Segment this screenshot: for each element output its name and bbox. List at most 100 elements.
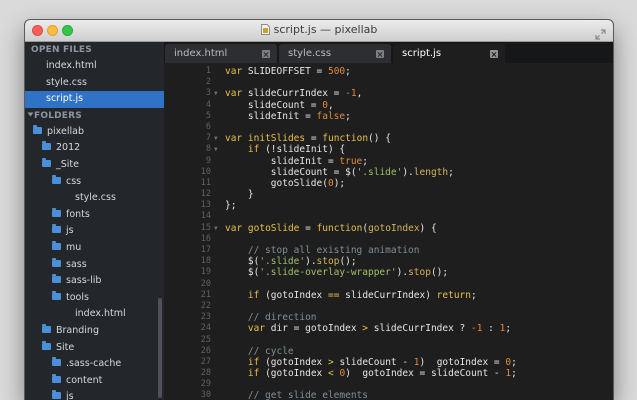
code-line: 29 xyxy=(164,379,613,390)
code-line: 20 xyxy=(164,279,613,290)
code-line: 3 ▼ var slideCurrIndex = -1, xyxy=(164,88,613,99)
code-line: 26 // cycle xyxy=(164,346,613,357)
code-line: 30 // get slide elements xyxy=(164,390,613,400)
close-tab-icon[interactable] xyxy=(376,50,384,58)
code-token: // cycle xyxy=(225,345,294,357)
tree-item-label: 2012 xyxy=(56,142,81,154)
folder-tree-item[interactable]: tools xyxy=(25,290,164,307)
close-tab-icon[interactable] xyxy=(490,50,498,58)
line-number: 30 xyxy=(200,390,211,400)
line-number: 4 xyxy=(205,99,211,110)
line-number: 10 xyxy=(200,166,211,177)
folder-icon xyxy=(52,390,61,400)
fold-arrow-icon[interactable]: ▼ xyxy=(214,144,218,155)
tab-script-js[interactable]: script.js xyxy=(393,44,505,63)
code-token: // get slide elements xyxy=(225,390,368,400)
open-file-item[interactable]: index.html xyxy=(25,58,164,75)
code-text: if (gotoIndex < 0) gotoIndex = slideCoun… xyxy=(225,368,517,379)
code-token: (gotoIndex xyxy=(259,289,328,301)
code-token: slideCount = $( xyxy=(225,166,357,178)
folder-tree-item[interactable]: content xyxy=(25,373,164,390)
tab-index-html[interactable]: index.html xyxy=(165,44,277,63)
folder-tree-item[interactable]: Site xyxy=(25,340,164,357)
code-area[interactable]: 1 var SLIDEOFFSET = 500; 2 3 ▼ var slideCurrI… xyxy=(164,66,613,400)
folder-icon xyxy=(52,274,61,284)
folder-tree-item[interactable]: Branding xyxy=(25,323,164,340)
code-text: } xyxy=(225,189,254,200)
tree-item-label: Branding xyxy=(56,324,99,336)
code-text: slideInit = true; xyxy=(225,156,368,167)
folder-tree-item[interactable]: sass xyxy=(25,257,164,274)
code-token: slideCurrIndex ? xyxy=(368,323,471,335)
folder-tree-item[interactable]: fonts xyxy=(25,207,164,224)
sidebar: OPEN FILES index.html style.css script.js … xyxy=(25,42,164,400)
line-number: 5 xyxy=(205,110,211,121)
open-file-item[interactable]: script.js xyxy=(25,91,164,108)
fold-arrow-icon[interactable]: ▼ xyxy=(214,223,218,234)
line-number: 25 xyxy=(200,334,211,345)
code-text: // stop all existing animation xyxy=(225,245,420,256)
code-text: // direction xyxy=(225,312,317,323)
code-text: var initSlides = function() { xyxy=(225,133,391,144)
folder-tree-item[interactable]: js xyxy=(25,223,164,240)
code-token: ). xyxy=(305,256,317,268)
open-file-label: style.css xyxy=(46,76,87,88)
fold-arrow-icon[interactable]: ▼ xyxy=(214,88,218,99)
code-text: var slideCurrIndex = -1, xyxy=(225,88,362,99)
sidebar-scrollbar[interactable] xyxy=(158,298,162,398)
fold-arrow-icon[interactable]: ▼ xyxy=(214,133,218,144)
code-token: ) gotoIndex = slideCount - xyxy=(345,368,506,380)
folders-chevron-icon[interactable] xyxy=(27,108,34,124)
code-token: gotoSlide( xyxy=(225,177,328,189)
line-number: 22 xyxy=(200,300,211,311)
folder-tree-item[interactable]: js xyxy=(25,389,164,400)
folder-tree-item[interactable]: .sass-cache xyxy=(25,356,164,373)
code-line: 12 } xyxy=(164,189,613,200)
code-text: if (!slideInit) { xyxy=(225,144,345,155)
folder-icon xyxy=(52,207,61,217)
tab-style-css[interactable]: style.css xyxy=(279,44,391,63)
code-token: = xyxy=(299,222,317,234)
code-text: slideCount = $('.slide').length; xyxy=(225,167,454,178)
folder-tree-item[interactable]: pixellab xyxy=(25,124,164,141)
code-token: -1 xyxy=(470,323,483,335)
code-token: slideInit = xyxy=(225,155,340,167)
code-token: ; xyxy=(471,289,477,301)
tree-item-label: Site xyxy=(56,341,75,353)
line-number: 17 xyxy=(200,245,211,255)
code-token: , xyxy=(356,88,363,100)
close-tab-icon[interactable] xyxy=(262,50,270,58)
code-token: '.slide' xyxy=(259,256,306,268)
code-line: 24 var dir = gotoIndex > slideCurrIndex … xyxy=(164,323,613,334)
code-token: false xyxy=(316,110,346,122)
tree-item-label: pixellab xyxy=(47,125,84,137)
line-number: 14 xyxy=(200,211,211,222)
folder-tree-item[interactable]: mu xyxy=(25,240,164,257)
line-number: 12 xyxy=(200,189,211,200)
code-token: }; xyxy=(225,200,237,212)
code-line: 16 xyxy=(164,234,613,245)
folder-tree-item[interactable]: _Site xyxy=(25,157,164,174)
code-token: (gotoIndex xyxy=(259,356,328,368)
code-token: ; xyxy=(511,356,517,368)
code-line: 1 var SLIDEOFFSET = 500; xyxy=(164,66,613,77)
code-text: $('.slide-overlay-wrapper').stop(); xyxy=(225,267,448,278)
code-line: 18 $('.slide').stop(); xyxy=(164,256,613,267)
code-line: 15 ▼ var gotoSlide = function(gotoIndex) { xyxy=(164,223,613,234)
line-number: 16 xyxy=(200,233,211,244)
code-line: 23 // direction xyxy=(164,312,613,323)
file-tree-item[interactable]: index.html xyxy=(25,306,164,323)
code-token: true xyxy=(339,155,363,167)
folder-tree-item[interactable]: 2012 xyxy=(25,140,164,157)
line-number: 29 xyxy=(200,379,211,390)
file-tree-item[interactable]: style.css xyxy=(25,190,164,207)
folder-icon xyxy=(42,157,51,167)
tree-item-label: style.css xyxy=(75,192,116,204)
open-file-item[interactable]: style.css xyxy=(25,75,164,92)
folder-tree-item[interactable]: css xyxy=(25,174,164,191)
code-token: 500 xyxy=(327,66,346,77)
folder-icon xyxy=(42,340,51,350)
folder-tree-item[interactable]: sass-lib xyxy=(25,273,164,290)
